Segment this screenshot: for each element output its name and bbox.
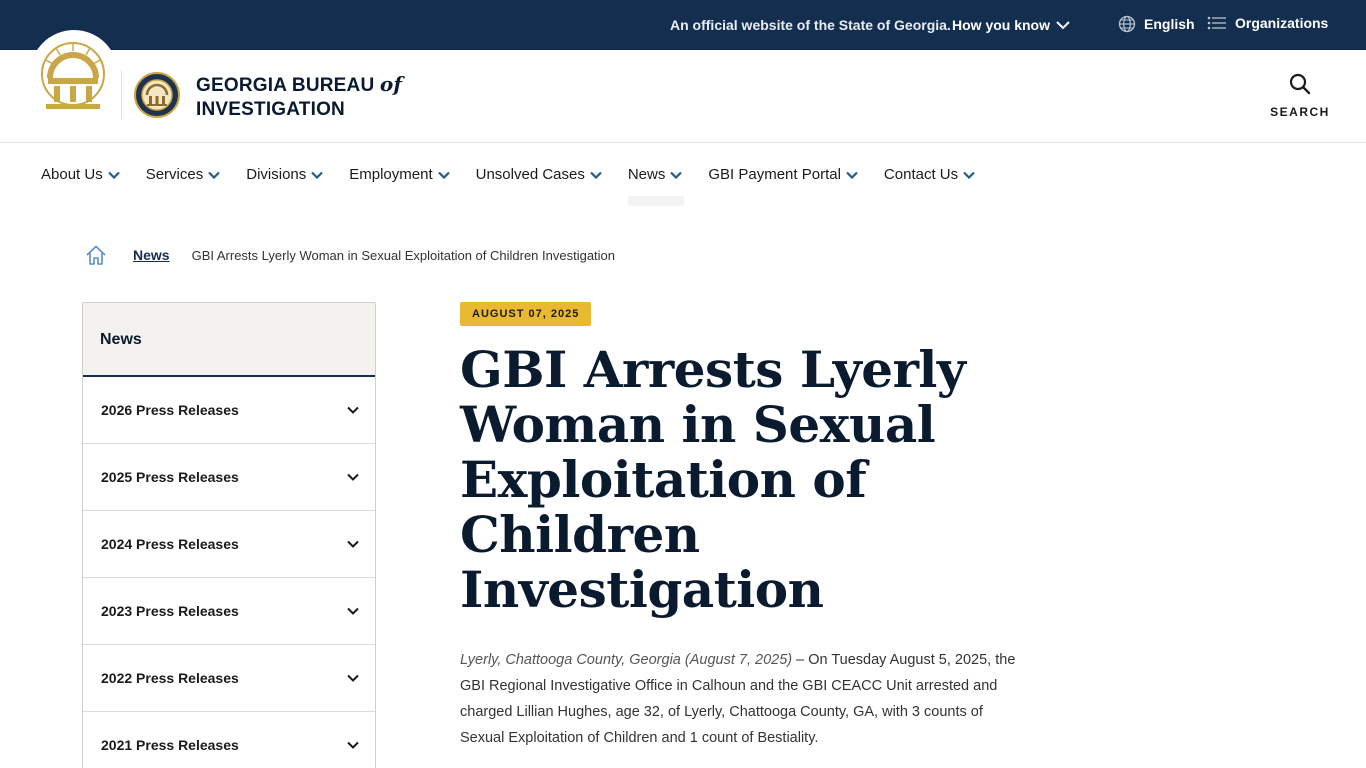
- chevron-down-icon[interactable]: [347, 406, 359, 414]
- article-date-badge: AUGUST 07, 2025: [460, 302, 592, 326]
- how-you-know-label: How you know: [952, 17, 1050, 33]
- news-sidebar: News 2026 Press Releases 2025 Press Rele…: [82, 302, 376, 768]
- nav-item-gbi-payment-portal[interactable]: GBI Payment Portal: [708, 166, 858, 183]
- sidebar-heading: News: [83, 303, 375, 377]
- how-you-know-toggle[interactable]: How you know: [952, 17, 1070, 33]
- official-site-text: An official website of the State of Geor…: [670, 17, 951, 33]
- chevron-down-icon[interactable]: [347, 674, 359, 682]
- breadcrumb-link-news[interactable]: News: [133, 247, 170, 263]
- language-selector[interactable]: English: [1118, 15, 1195, 33]
- chevron-down-icon[interactable]: [347, 741, 359, 749]
- organizations-menu[interactable]: Organizations: [1207, 15, 1328, 31]
- site-title-line2: INVESTIGATION: [196, 99, 345, 120]
- sidebar-item-2021-press-releases[interactable]: 2021 Press Releases: [83, 712, 375, 768]
- chevron-down-icon[interactable]: [347, 473, 359, 481]
- chevron-down-icon: [311, 171, 324, 179]
- nav-item-services[interactable]: Services: [146, 166, 221, 183]
- sidebar-item-label: 2025 Press Releases: [101, 469, 239, 485]
- nav-item-unsolved-cases[interactable]: Unsolved Cases: [476, 166, 602, 183]
- article-title: GBI Arrests Lyerly Woman in Sexual Explo…: [460, 340, 966, 619]
- article-body: Lyerly, Chattooga County, Georgia (Augus…: [460, 647, 1030, 751]
- nav-item-about-us[interactable]: About Us: [41, 166, 120, 183]
- chevron-down-icon: [590, 171, 602, 179]
- search-icon: [1289, 73, 1311, 95]
- site-header: GEORGIA BUREAU of INVESTIGATION SEARCH: [0, 30, 1366, 143]
- chevron-down-icon: [208, 171, 221, 179]
- article-dateline: Lyerly, Chattooga County, Georgia (Augus…: [460, 652, 793, 668]
- language-label: English: [1144, 16, 1195, 32]
- breadcrumb-current: GBI Arrests Lyerly Woman in Sexual Explo…: [191, 247, 616, 263]
- sidebar-item-label: 2021 Press Releases: [101, 737, 239, 753]
- sidebar-item-2023-press-releases[interactable]: 2023 Press Releases: [83, 578, 375, 645]
- home-icon[interactable]: [85, 244, 107, 266]
- nav-item-contact-us[interactable]: Contact Us: [884, 166, 975, 183]
- gbi-seal[interactable]: [134, 70, 180, 120]
- sidebar-item-2025-press-releases[interactable]: 2025 Press Releases: [83, 444, 375, 511]
- nav-item-divisions[interactable]: Divisions: [246, 166, 324, 183]
- organizations-label: Organizations: [1235, 15, 1329, 31]
- search-label: SEARCH: [1270, 105, 1330, 119]
- header-divider: [121, 70, 122, 120]
- chevron-down-icon[interactable]: [347, 607, 359, 615]
- globe-icon: [1118, 15, 1136, 33]
- chevron-down-icon: [670, 171, 683, 179]
- list-icon: [1207, 16, 1226, 30]
- chevron-down-icon: [1056, 21, 1070, 30]
- sidebar-item-label: 2024 Press Releases: [101, 536, 239, 552]
- sidebar-item-label: 2026 Press Releases: [101, 402, 239, 418]
- official-site-banner: An official website of the State of Geor…: [0, 0, 1366, 50]
- chevron-down-icon: [107, 171, 120, 179]
- site-title[interactable]: GEORGIA BUREAU of INVESTIGATION: [196, 72, 402, 122]
- sidebar-item-label: 2022 Press Releases: [101, 670, 239, 686]
- chevron-down-icon: [846, 171, 858, 179]
- chevron-down-icon: [963, 171, 975, 179]
- site-title-line1: GEORGIA BUREAU of: [196, 72, 403, 96]
- sidebar-item-2022-press-releases[interactable]: 2022 Press Releases: [83, 645, 375, 712]
- breadcrumb: News GBI Arrests Lyerly Woman in Sexual …: [85, 242, 615, 268]
- sidebar-item-2024-press-releases[interactable]: 2024 Press Releases: [83, 511, 375, 578]
- chevron-down-icon[interactable]: [347, 540, 359, 548]
- nav-item-employment[interactable]: Employment: [349, 166, 450, 183]
- chevron-down-icon: [437, 171, 450, 179]
- main-nav: About Us Services Divisions Employment U…: [0, 143, 1366, 207]
- georgia-state-seal[interactable]: [40, 38, 106, 114]
- sidebar-item-2026-press-releases[interactable]: 2026 Press Releases: [83, 377, 375, 444]
- search-button[interactable]: SEARCH: [1270, 72, 1330, 119]
- nav-item-news[interactable]: News: [627, 166, 684, 206]
- sidebar-item-label: 2023 Press Releases: [101, 603, 239, 619]
